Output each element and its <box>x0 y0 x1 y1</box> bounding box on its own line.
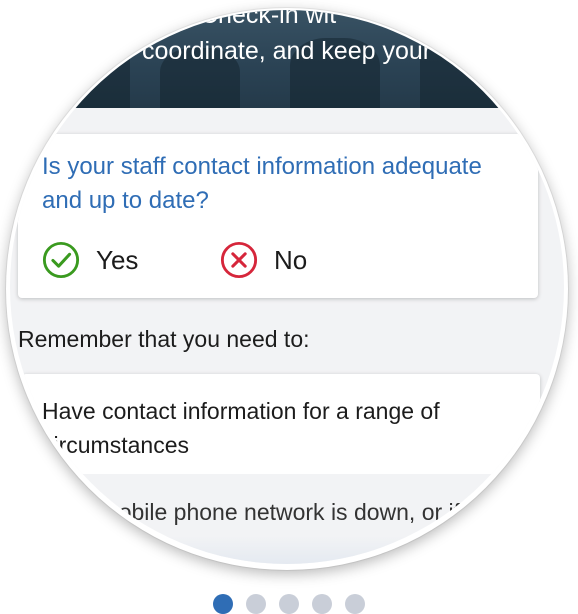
check-circle-icon <box>42 241 80 279</box>
question-text: Is your staff contact information adequa… <box>42 153 482 214</box>
magnifier-lens: Check-in wit coordinate, and keep your I… <box>10 10 564 564</box>
scroll-fade <box>10 536 564 564</box>
question-card: Is your staff contact information adequa… <box>18 134 538 298</box>
hero-caption-line-2: coordinate, and keep your <box>142 37 432 65</box>
page-dot-5[interactable] <box>345 594 365 614</box>
page-dot-3[interactable] <box>279 594 299 614</box>
page-dot-2[interactable] <box>246 594 266 614</box>
answer-no-button[interactable]: No <box>220 238 307 282</box>
page-dot-4[interactable] <box>312 594 332 614</box>
hero-banner: Check-in wit coordinate, and keep your <box>40 10 540 108</box>
hero-figure <box>420 23 500 108</box>
reminder-card-title: Have contact information for a range of … <box>42 398 440 458</box>
answer-yes-label: Yes <box>96 244 139 275</box>
onboarding-screen: Check-in wit coordinate, and keep your I… <box>0 0 578 614</box>
app-content: Check-in wit coordinate, and keep your I… <box>10 10 564 564</box>
answer-no-label: No <box>274 244 308 275</box>
hero-figure <box>60 28 130 108</box>
page-indicator <box>0 594 578 614</box>
reminder-heading: Remember that you need to: <box>18 326 310 352</box>
page-dot-1[interactable] <box>213 594 233 614</box>
answer-yes-button[interactable]: Yes <box>42 238 138 282</box>
x-circle-icon <box>220 241 258 279</box>
hero-caption-line-1: Check-in wit <box>200 10 337 29</box>
